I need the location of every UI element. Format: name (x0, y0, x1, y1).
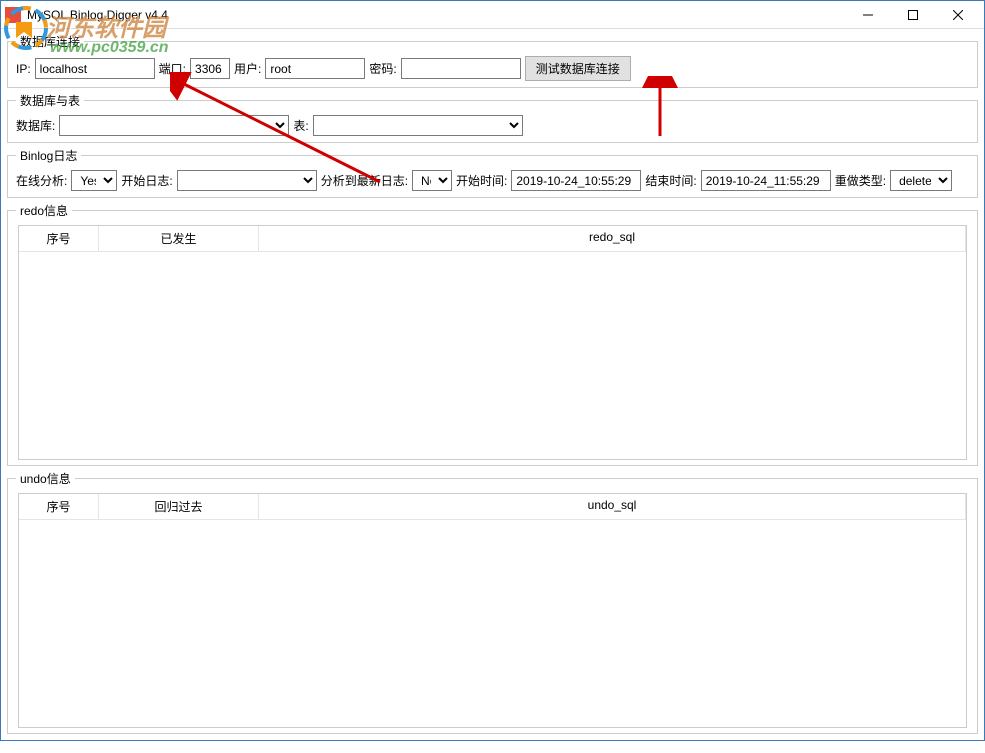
minimize-button[interactable] (845, 1, 890, 29)
user-input[interactable] (265, 58, 365, 79)
close-icon (953, 10, 963, 20)
db-table-legend: 数据库与表 (16, 92, 84, 109)
redo-legend: redo信息 (16, 202, 72, 219)
analyze-latest-select[interactable]: No (412, 170, 452, 191)
binlog-group: Binlog日志 在线分析: Yes 开始日志: 分析到最新日志: No 开始时… (7, 147, 978, 198)
start-time-label: 开始时间: (456, 172, 507, 189)
redo-type-select[interactable]: delete (890, 170, 952, 191)
titlebar: MySQL Binlog Digger v4.4 (1, 1, 984, 29)
start-log-label: 开始日志: (121, 172, 172, 189)
test-db-button[interactable]: 测试数据库连接 (525, 56, 631, 81)
redo-col-sql[interactable]: redo_sql (259, 226, 966, 251)
redo-table: 序号 已发生 redo_sql (18, 225, 967, 460)
password-input[interactable] (401, 58, 521, 79)
db-table-group: 数据库与表 数据库: 表: (7, 92, 978, 143)
undo-group: undo信息 序号 回归过去 undo_sql (7, 470, 978, 734)
redo-table-header: 序号 已发生 redo_sql (19, 226, 966, 252)
db-connect-legend: 数据库连接 (16, 33, 84, 50)
user-label: 用户: (234, 60, 261, 77)
undo-table: 序号 回归过去 undo_sql (18, 493, 967, 728)
redo-type-label: 重做类型: (835, 172, 886, 189)
close-button[interactable] (935, 1, 980, 29)
redo-col-seq[interactable]: 序号 (19, 226, 99, 251)
redo-table-body[interactable] (19, 252, 966, 485)
undo-col-time[interactable]: 回归过去 (99, 494, 259, 519)
maximize-button[interactable] (890, 1, 935, 29)
maximize-icon (908, 10, 918, 20)
table-label: 表: (293, 117, 308, 134)
table-select[interactable] (313, 115, 523, 136)
ip-input[interactable] (35, 58, 155, 79)
redo-group: redo信息 序号 已发生 redo_sql (7, 202, 978, 466)
app-icon (5, 7, 21, 23)
minimize-icon (863, 10, 873, 20)
online-analysis-select[interactable]: Yes (71, 170, 117, 191)
database-label: 数据库: (16, 117, 55, 134)
database-select[interactable] (59, 115, 289, 136)
undo-table-body[interactable] (19, 520, 966, 753)
undo-col-seq[interactable]: 序号 (19, 494, 99, 519)
app-window: MySQL Binlog Digger v4.4 数据库连接 IP: 端口: 用… (0, 0, 985, 741)
start-time-input[interactable] (511, 170, 641, 191)
ip-label: IP: (16, 62, 31, 76)
port-label: 端口: (159, 60, 186, 77)
start-log-select[interactable] (177, 170, 317, 191)
undo-col-sql[interactable]: undo_sql (259, 494, 966, 519)
password-label: 密码: (369, 60, 396, 77)
undo-table-header: 序号 回归过去 undo_sql (19, 494, 966, 520)
analyze-latest-label: 分析到最新日志: (321, 172, 408, 189)
end-time-label: 结束时间: (645, 172, 696, 189)
window-title: MySQL Binlog Digger v4.4 (27, 8, 168, 22)
online-analysis-label: 在线分析: (16, 172, 67, 189)
binlog-legend: Binlog日志 (16, 147, 81, 164)
end-time-input[interactable] (701, 170, 831, 191)
undo-legend: undo信息 (16, 470, 75, 487)
port-input[interactable] (190, 58, 230, 79)
redo-col-time[interactable]: 已发生 (99, 226, 259, 251)
db-connect-group: 数据库连接 IP: 端口: 用户: 密码: 测试数据库连接 (7, 33, 978, 88)
